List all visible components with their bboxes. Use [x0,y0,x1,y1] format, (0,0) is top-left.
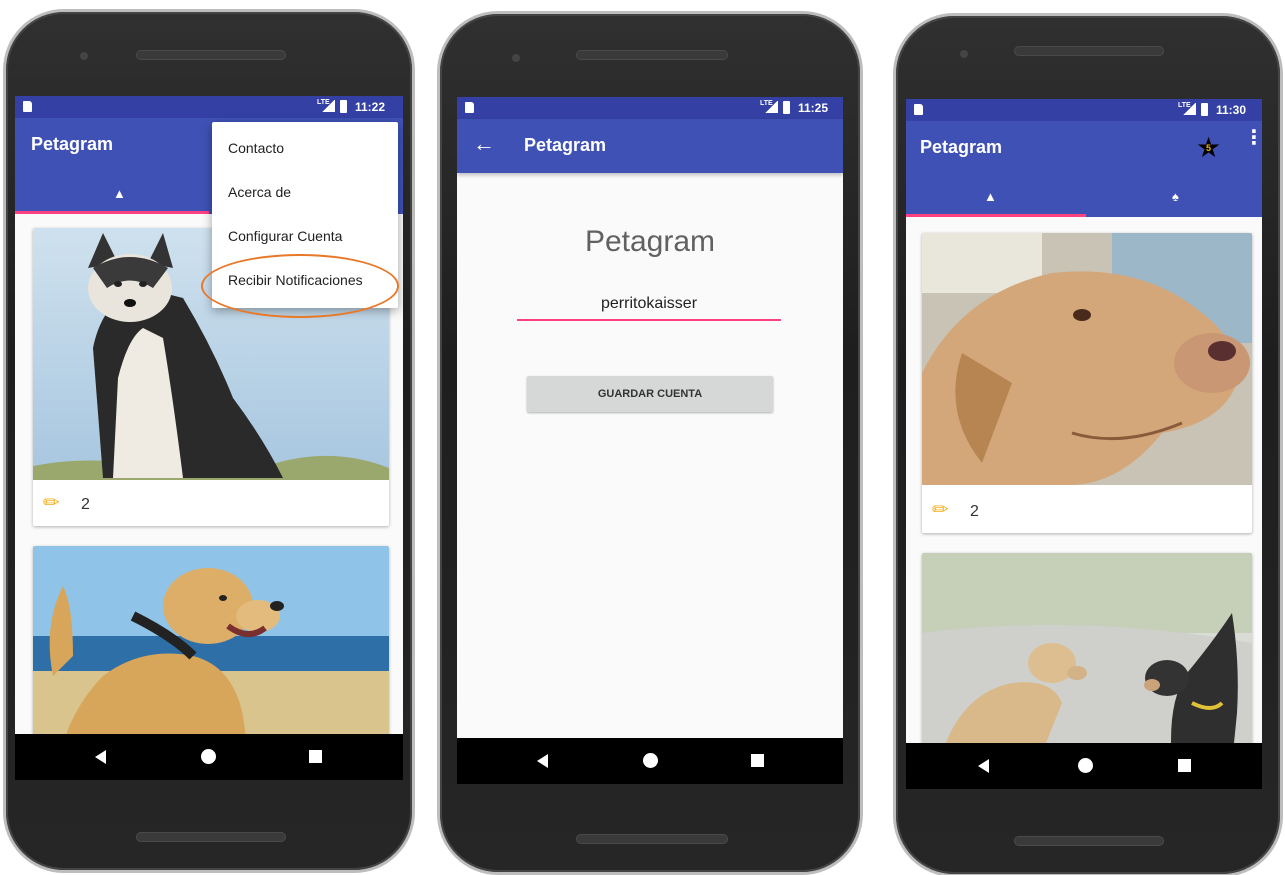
account-input[interactable]: perritokaisser [517,283,781,321]
nav-bar [457,738,843,784]
highlight-circle [201,254,399,318]
home-icon[interactable] [643,753,658,768]
status-bar: LTE 11:30 [906,99,1262,121]
dog-closeup-photo [922,233,1252,485]
signal-icon [321,100,335,112]
home-icon[interactable] [201,749,216,764]
bottom-speaker [136,832,286,842]
save-account-label: GUARDAR CUENTA [597,388,703,400]
pet-card[interactable]: ✏ 2 [922,233,1252,533]
back-icon[interactable] [978,759,989,773]
bone-icon[interactable]: ✏ [932,497,949,522]
top-speaker [136,50,286,60]
bottom-speaker [576,834,728,844]
battery-icon [783,101,790,114]
tab-paw-icon[interactable]: ♠ [1172,189,1179,204]
status-time: 11:22 [355,100,386,114]
tab-indicator [906,214,1086,217]
top-speaker [1014,46,1164,56]
sd-card-icon [914,104,923,115]
back-arrow-icon[interactable]: ← [473,131,495,157]
status-time: 11:25 [798,101,829,115]
recent-apps-icon[interactable] [1178,759,1191,772]
menu-item-acerca-de[interactable]: Acerca de [228,184,291,200]
status-time: 11:30 [1216,103,1247,117]
top-speaker [576,50,728,60]
like-count: 2 [81,496,90,513]
recent-apps-icon[interactable] [751,754,764,767]
back-icon[interactable] [95,750,106,764]
status-bar: LTE 11:22 [15,96,403,118]
phone-2: LTE 11:25 ← Petagram Petagram perritokai… [440,14,860,872]
home-icon[interactable] [1078,758,1093,773]
nav-bar [906,743,1262,789]
bone-icon[interactable]: ✏ [43,490,60,515]
save-account-button[interactable]: GUARDAR CUENTA [527,376,773,412]
front-camera [512,54,520,62]
screen-3: LTE 11:30 Petagram ★ 5 ⋮ ▲ ♠ [906,99,1262,789]
battery-icon [1201,103,1208,116]
status-bar: LTE 11:25 [457,97,843,119]
back-icon[interactable] [537,754,548,768]
account-input-value: perritokaisser [600,295,698,312]
signal-icon [1182,103,1196,115]
overflow-menu-icon[interactable]: ⋮ [1244,128,1262,148]
sd-card-icon [23,101,32,112]
sd-card-icon [465,102,474,113]
app-title: Petagram [31,134,114,154]
menu-item-contacto[interactable]: Contacto [228,140,284,156]
tab-home-icon[interactable]: ▲ [113,186,126,201]
app-title: Petagram [920,137,1003,157]
phone-1: LTE 11:22 Petagram ▲ [6,12,412,870]
app-title: Petagram [524,135,607,155]
app-bar: ← Petagram [457,119,843,173]
tab-indicator [15,211,209,214]
recent-apps-icon[interactable] [309,750,322,763]
front-camera [80,52,88,60]
screen-2: LTE 11:25 ← Petagram Petagram perritokai… [457,97,843,784]
battery-icon [340,100,347,113]
tab-home-icon[interactable]: ▲ [984,189,997,204]
phone-3: LTE 11:30 Petagram ★ 5 ⋮ ▲ ♠ [896,16,1280,874]
nav-bar [15,734,403,780]
screen-1: LTE 11:22 Petagram ▲ [15,96,403,780]
settings-heading: Petagram [584,225,716,258]
menu-item-configurar-cuenta[interactable]: Configurar Cuenta [228,228,342,244]
bottom-speaker [1014,836,1164,846]
signal-icon [764,101,778,113]
app-bar: Petagram ★ 5 ⋮ [906,121,1262,175]
tab-bar: ▲ ♠ [906,175,1262,217]
front-camera [960,50,968,58]
like-count: 2 [970,503,979,520]
star-badge: 5 [1206,143,1212,153]
